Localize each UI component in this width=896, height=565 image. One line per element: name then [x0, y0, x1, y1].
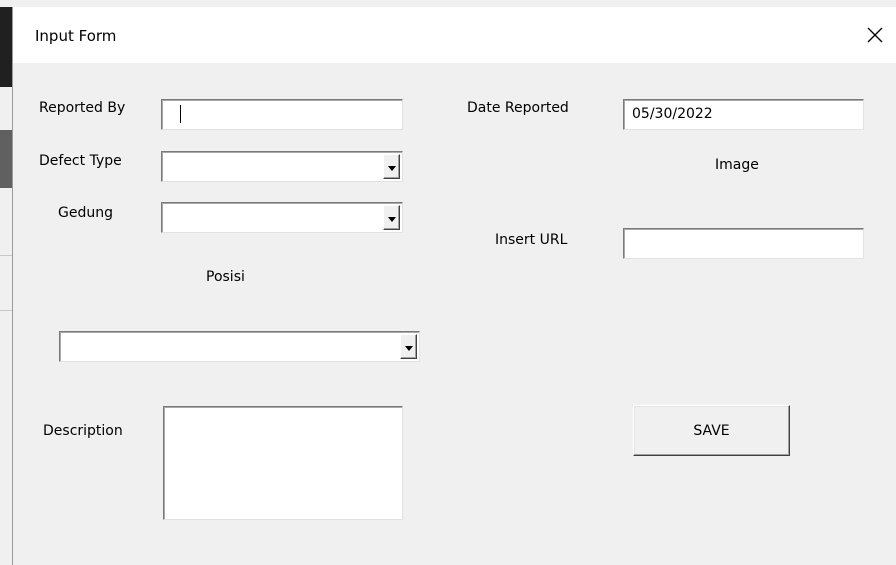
input-form-dialog: Input Form Reported By Defect Type Gedun…	[12, 7, 896, 565]
text-caret	[180, 105, 181, 123]
image-label: Image	[715, 157, 759, 173]
defect-type-dropdown-button[interactable]	[383, 154, 400, 179]
background-window-edge	[0, 130, 12, 188]
defect-type-combobox[interactable]	[161, 151, 403, 182]
gedung-label: Gedung	[58, 205, 113, 221]
posisi-dropdown-button[interactable]	[400, 334, 417, 359]
reported-by-input[interactable]	[161, 99, 403, 130]
background-window-edge	[0, 7, 12, 87]
insert-url-input[interactable]	[623, 228, 864, 259]
description-textarea[interactable]	[163, 406, 403, 520]
close-button[interactable]	[858, 15, 892, 55]
reported-by-label: Reported By	[39, 100, 126, 116]
background-divider	[0, 255, 12, 256]
description-label: Description	[43, 423, 123, 439]
date-reported-label: Date Reported	[467, 100, 569, 116]
posisi-label: Posisi	[206, 269, 245, 285]
chevron-down-icon	[387, 165, 396, 171]
gedung-dropdown-button[interactable]	[383, 205, 400, 230]
save-button[interactable]: SAVE	[633, 405, 790, 456]
window-title: Input Form	[35, 27, 117, 45]
chevron-down-icon	[387, 216, 396, 222]
insert-url-label: Insert URL	[495, 232, 568, 248]
background-divider	[0, 310, 12, 311]
gedung-combobox[interactable]	[161, 202, 403, 233]
date-reported-input[interactable]: 05/30/2022	[623, 99, 864, 130]
defect-type-label: Defect Type	[39, 153, 122, 169]
chevron-down-icon	[404, 345, 413, 351]
close-icon	[867, 27, 883, 43]
posisi-combobox[interactable]	[59, 331, 420, 362]
date-reported-value: 05/30/2022	[632, 106, 713, 122]
title-bar: Input Form	[13, 7, 896, 63]
